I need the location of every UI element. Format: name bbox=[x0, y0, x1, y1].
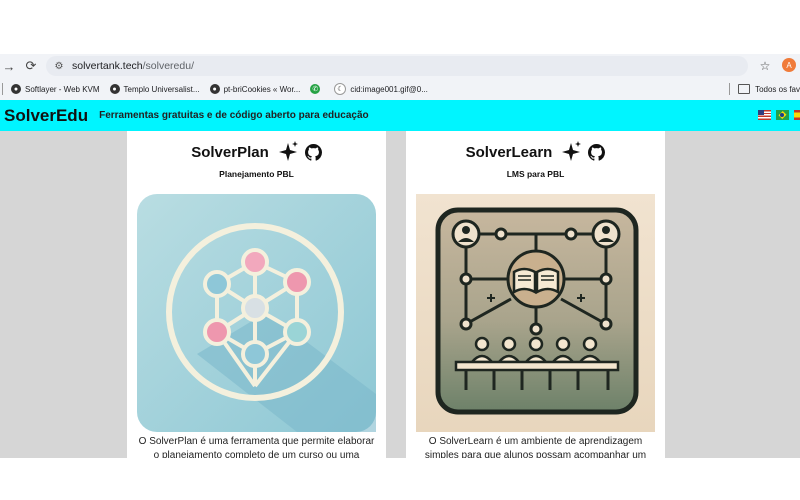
site-logo[interactable]: SolverEdu bbox=[4, 106, 88, 126]
bookmark-label: Templo Universalist... bbox=[123, 84, 200, 94]
profile-avatar[interactable]: A bbox=[782, 58, 796, 72]
page-bottom-area bbox=[0, 458, 800, 500]
address-bar: → ⟳ ⚙ solvertank.tech/solveredu/ ☆ A bbox=[0, 54, 800, 78]
bookmarks-separator bbox=[729, 83, 731, 95]
url-field[interactable]: ⚙ solvertank.tech/solveredu/ bbox=[46, 56, 748, 76]
sparkle-icon[interactable] bbox=[562, 141, 582, 163]
globe-icon: ● bbox=[209, 84, 220, 94]
github-icon[interactable] bbox=[304, 143, 322, 161]
sparkle-icon[interactable] bbox=[278, 141, 299, 163]
globe-icon: ● bbox=[109, 84, 120, 94]
bookmark-star-icon[interactable]: ☆ bbox=[756, 57, 774, 75]
url-path: /solveredu/ bbox=[142, 60, 194, 72]
bookmark-softlayer[interactable]: ● Softlayer - Web KVM bbox=[11, 84, 100, 94]
all-bookmarks-label: Todos os fav bbox=[755, 84, 800, 94]
site-header: SolverEdu Ferramentas gratuitas e de cód… bbox=[0, 100, 800, 131]
bookmark-templo[interactable]: ● Templo Universalist... bbox=[109, 84, 200, 94]
forward-icon[interactable]: → bbox=[0, 57, 18, 75]
card-title[interactable]: SolverPlan bbox=[191, 144, 269, 161]
brazil-flag-icon[interactable] bbox=[776, 110, 789, 120]
all-bookmarks-button[interactable]: Todos os fav bbox=[729, 78, 800, 100]
network-diagram-illustration bbox=[137, 194, 376, 432]
site-info-icon[interactable]: ⚙ bbox=[52, 59, 66, 73]
main-content: SolverPlan Planejamento PBL O SolverPlan… bbox=[0, 131, 800, 458]
classroom-illustration bbox=[416, 194, 655, 432]
globe-icon: ● bbox=[11, 84, 21, 94]
card-description: O SolverLearn é um ambiente de aprendiza… bbox=[428, 436, 643, 447]
profile-initial: A bbox=[786, 60, 792, 70]
folder-icon bbox=[738, 84, 751, 94]
whatsapp-icon: ✆ bbox=[310, 84, 321, 94]
bookmarks-separator bbox=[2, 83, 3, 95]
site-tagline: Ferramentas gratuitas e de código aberto… bbox=[99, 110, 369, 121]
spain-flag-icon[interactable] bbox=[794, 110, 800, 120]
bookmark-label: pt-briCookies « Wor... bbox=[223, 84, 301, 94]
card-subtitle: LMS para PBL bbox=[506, 169, 565, 179]
us-flag-icon[interactable] bbox=[758, 110, 771, 120]
bookmark-cookies[interactable]: ● pt-briCookies « Wor... bbox=[209, 84, 301, 94]
card-solverlearn: SolverLearn LMS para PBL O SolverLearn é… bbox=[406, 131, 665, 458]
card-description-cont: simples para que alunos possam acompanha… bbox=[424, 450, 647, 458]
card-description: O SolverPlan é uma ferramenta que permit… bbox=[138, 436, 375, 447]
bookmark-label: Softlayer - Web KVM bbox=[25, 84, 100, 94]
moon-icon: ☾ bbox=[334, 83, 347, 95]
bookmark-cid-image[interactable]: ☾ cid:image001.gif@0... bbox=[334, 83, 428, 95]
card-header: SolverPlan bbox=[127, 141, 386, 163]
bookmark-label: cid:image001.gif@0... bbox=[350, 84, 428, 94]
url-host: solvertank.tech bbox=[72, 60, 143, 72]
github-icon[interactable] bbox=[588, 143, 606, 161]
bookmark-whatsapp[interactable]: ✆ bbox=[310, 84, 324, 94]
reload-icon[interactable]: ⟳ bbox=[22, 57, 40, 75]
card-solverplan: SolverPlan Planejamento PBL O SolverPlan… bbox=[127, 131, 386, 458]
card-description-cont: o planejamento completo de um curso ou u… bbox=[153, 450, 360, 458]
card-header: SolverLearn bbox=[406, 141, 665, 163]
bookmarks-bar: ● Softlayer - Web KVM ● Templo Universal… bbox=[0, 78, 800, 100]
card-subtitle: Planejamento PBL bbox=[219, 169, 294, 179]
language-flags bbox=[758, 110, 800, 120]
card-title[interactable]: SolverLearn bbox=[466, 144, 553, 161]
